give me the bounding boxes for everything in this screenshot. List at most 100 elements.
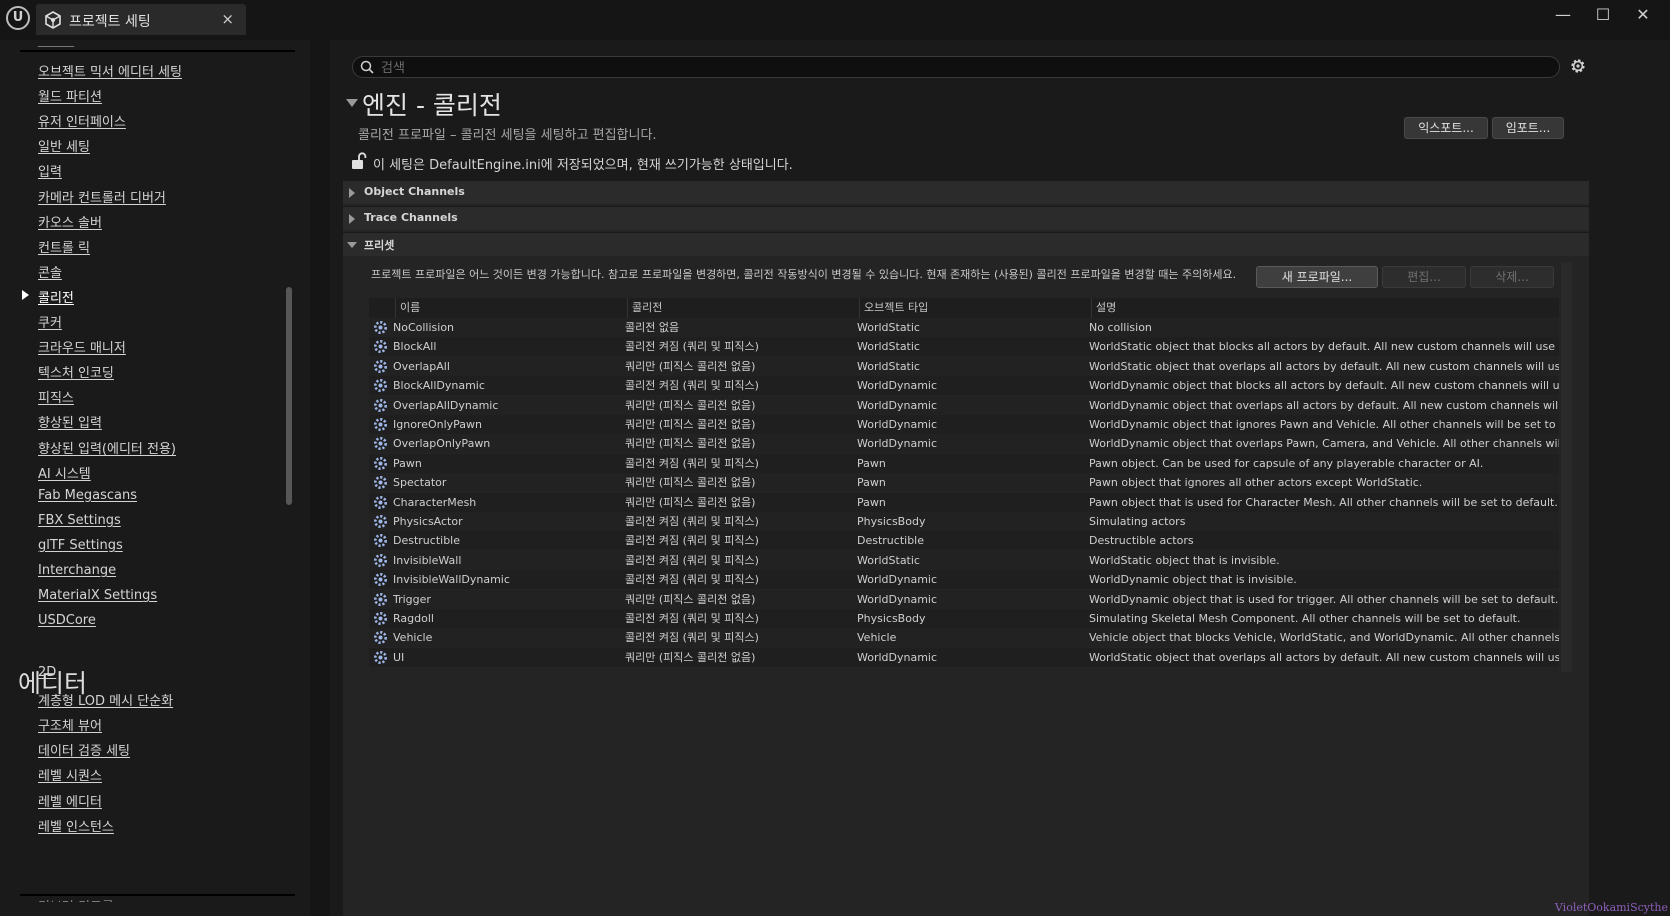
sidebar-item-cut-off[interactable]: 리브러 컨트롤 <box>38 896 114 902</box>
sidebar-item[interactable]: 입력 <box>38 161 62 180</box>
sidebar-item[interactable]: 컨트롤 릭 <box>38 237 90 256</box>
column-header-name[interactable]: 이름 <box>395 298 627 318</box>
delete-profile-button[interactable]: 삭제... <box>1470 266 1554 288</box>
table-row[interactable]: Vehicle 콜리전 켜짐 (쿼리 및 피직스) Vehicle Vehicle o… <box>369 628 1559 648</box>
cell-desc: Simulating actors <box>1089 515 1186 528</box>
settings-cube-icon <box>45 11 61 29</box>
cell-type: WorldStatic <box>857 553 920 567</box>
table-row[interactable]: InvisibleWall 콜리전 켜짐 (쿼리 및 피직스) WorldStati… <box>369 550 1559 570</box>
sidebar-item[interactable]: FBX Settings <box>38 513 121 528</box>
sidebar-item[interactable]: MaterialX Settings <box>38 588 157 603</box>
table-row[interactable]: OverlapAllDynamic 쿼리만 (피직스 콜리전 없음) WorldDy… <box>369 395 1559 415</box>
cell-collision: 쿼리만 (피직스 콜리전 없음) <box>625 437 756 451</box>
section-object-channels[interactable]: Object Channels <box>343 180 1589 204</box>
collision-profile-icon <box>374 592 387 606</box>
section-trace-channels[interactable]: Trace Channels <box>343 206 1589 230</box>
maximize-button[interactable]: ☐ <box>1588 3 1618 27</box>
sidebar-item[interactable]: 데이터 검증 세팅 <box>38 740 130 759</box>
cell-name: OverlapAllDynamic <box>393 398 499 412</box>
page-title: 엔진 - 콜리전 <box>362 91 502 120</box>
sidebar-item[interactable]: 오브젝트 믹서 에디터 세팅 <box>38 61 182 80</box>
sidebar-item[interactable]: USDCore <box>38 613 96 628</box>
cell-type: WorldStatic <box>857 321 920 334</box>
chevron-right-icon <box>349 188 355 198</box>
sidebar-item[interactable]: AI 시스템 <box>38 463 91 482</box>
table-row[interactable]: NoCollision 콜리전 없음 WorldStatic No collision <box>369 318 1559 337</box>
table-row[interactable]: UI 쿼리만 (피직스 콜리전 없음) WorldDynamic WorldStati… <box>369 647 1559 667</box>
table-row[interactable]: Trigger 쿼리만 (피직스 콜리전 없음) WorldDynamic World… <box>369 589 1559 609</box>
export-button[interactable]: 익스포트... <box>1404 117 1488 139</box>
collision-profile-icon <box>374 534 387 548</box>
sidebar-scrollbar[interactable] <box>286 287 292 505</box>
table-row[interactable]: Destructible 콜리전 켜짐 (쿼리 및 피직스) Destructibl… <box>369 531 1559 551</box>
section-label: 프리셋 <box>364 239 395 252</box>
sidebar-item[interactable]: 향상된 입력(에디터 전용) <box>38 438 176 457</box>
minimize-button[interactable]: — <box>1548 3 1578 27</box>
cell-name: Destructible <box>393 534 460 548</box>
sidebar-item[interactable]: 월드 파티션 <box>38 86 102 105</box>
sidebar-item[interactable]: 쿠커 <box>38 312 62 331</box>
close-window-button[interactable]: ✕ <box>1628 3 1658 27</box>
sidebar-item[interactable]: 레벨 시퀀스 <box>38 765 102 784</box>
sidebar-item[interactable]: 카메라 컨트롤러 디버거 <box>38 187 166 206</box>
table-row[interactable]: IgnoreOnlyPawn 쿼리만 (피직스 콜리전 없음) WorldDynam… <box>369 415 1559 434</box>
sidebar-item-selected[interactable]: 콜리전 <box>38 287 74 306</box>
sidebar-item[interactable]: 계층형 LOD 메시 단순화 <box>38 690 173 709</box>
sidebar-item[interactable]: 향상된 입력 <box>38 412 102 431</box>
column-header-collision[interactable]: 콜리전 <box>627 298 859 318</box>
sidebar-item[interactable]: 레벨 인스턴스 <box>38 816 114 835</box>
table-row[interactable]: CharacterMesh 쿼리만 (피직스 콜리전 없음) Pawn Pawn ob… <box>369 492 1559 512</box>
gear-icon[interactable] <box>1568 56 1588 76</box>
sidebar-item[interactable]: 크라우드 매니저 <box>38 337 126 356</box>
collapse-category-caret[interactable] <box>346 99 358 107</box>
table-row[interactable]: BlockAllDynamic 콜리전 켜짐 (쿼리 및 피직스) WorldDyn… <box>369 376 1559 396</box>
sidebar-item[interactable]: 구조체 뷰어 <box>38 715 102 734</box>
section-presets[interactable]: 프리셋 <box>343 232 1589 256</box>
collision-profile-icon <box>374 553 387 567</box>
table-row[interactable]: BlockAll 콜리전 켜짐 (쿼리 및 피직스) WorldStatic Worl… <box>369 337 1559 357</box>
sidebar-item[interactable]: 텍스처 인코딩 <box>38 362 114 381</box>
table-row[interactable]: Ragdoll 콜리전 켜짐 (쿼리 및 피직스) PhysicsBody Simul… <box>369 609 1559 628</box>
sidebar-item[interactable]: glTF Settings <box>38 538 123 553</box>
table-row[interactable]: OverlapOnlyPawn 쿼리만 (피직스 콜리전 없음) WorldDyna… <box>369 434 1559 454</box>
cell-name: Trigger <box>393 592 431 606</box>
sidebar-bottom-divider <box>20 894 295 896</box>
cell-desc: Pawn object that is used for Character M… <box>1089 495 1558 509</box>
cell-desc: Pawn object that ignores all other actor… <box>1089 476 1423 490</box>
table-row[interactable]: Spectator 쿼리만 (피직스 콜리전 없음) Pawn Pawn object… <box>369 473 1559 493</box>
table-row[interactable]: OverlapAll 쿼리만 (피직스 콜리전 없음) WorldStatic Wor… <box>369 356 1559 376</box>
edit-profile-button[interactable]: 편집... <box>1382 266 1466 288</box>
table-row[interactable]: PhysicsActor 콜리전 켜짐 (쿼리 및 피직스) PhysicsBody… <box>369 512 1559 531</box>
collision-profile-icon <box>374 437 387 451</box>
new-profile-button[interactable]: 새 프로파일... <box>1256 266 1378 288</box>
presets-scrollbar[interactable] <box>1561 262 1572 672</box>
table-row[interactable]: InvisibleWallDynamic 콜리전 켜짐 (쿼리 및 피직스) Wor… <box>369 570 1559 590</box>
section-label: Object Channels <box>364 185 465 198</box>
sidebar-item[interactable]: Fab Megascans <box>38 488 137 503</box>
sidebar-item[interactable]: Interchange <box>38 563 116 578</box>
tab-project-settings[interactable]: 프로젝트 세팅 × <box>36 4 246 35</box>
cell-type: Pawn <box>857 476 886 490</box>
sidebar-item[interactable]: 콘솔 <box>38 262 62 281</box>
tab-close-button[interactable]: × <box>221 10 234 28</box>
cell-desc: WorldDynamic object that blocks all acto… <box>1089 379 1559 393</box>
table-row[interactable]: Pawn 콜리전 켜짐 (쿼리 및 피직스) Pawn Pawn object. Ca… <box>369 453 1559 473</box>
title-bar: U 프로젝트 세팅 × — ☐ ✕ <box>0 0 1670 40</box>
cell-name: Pawn <box>393 456 422 470</box>
sidebar-item[interactable]: 카오스 솔버 <box>38 212 102 231</box>
sidebar-item[interactable]: 2D <box>38 665 56 680</box>
collision-profile-icon <box>374 495 387 509</box>
sidebar-item[interactable]: 유저 인터페이스 <box>38 111 126 130</box>
sidebar-item[interactable]: 레벨 에디터 <box>38 791 102 810</box>
sidebar-item[interactable]: 피직스 <box>38 387 74 406</box>
import-button[interactable]: 임포트... <box>1492 117 1564 139</box>
cell-collision: 콜리전 켜짐 (쿼리 및 피직스) <box>625 379 759 393</box>
cell-type: WorldDynamic <box>857 379 938 393</box>
unreal-logo-icon[interactable]: U <box>6 6 30 30</box>
cell-name: BlockAll <box>393 340 437 354</box>
sidebar-item[interactable]: 일반 세팅 <box>38 136 90 155</box>
column-header-object-type[interactable]: 오브젝트 타입 <box>859 298 1091 318</box>
search-input[interactable] <box>379 58 1553 78</box>
cell-name: UI <box>393 650 405 664</box>
column-header-description[interactable]: 설명 <box>1091 298 1559 318</box>
